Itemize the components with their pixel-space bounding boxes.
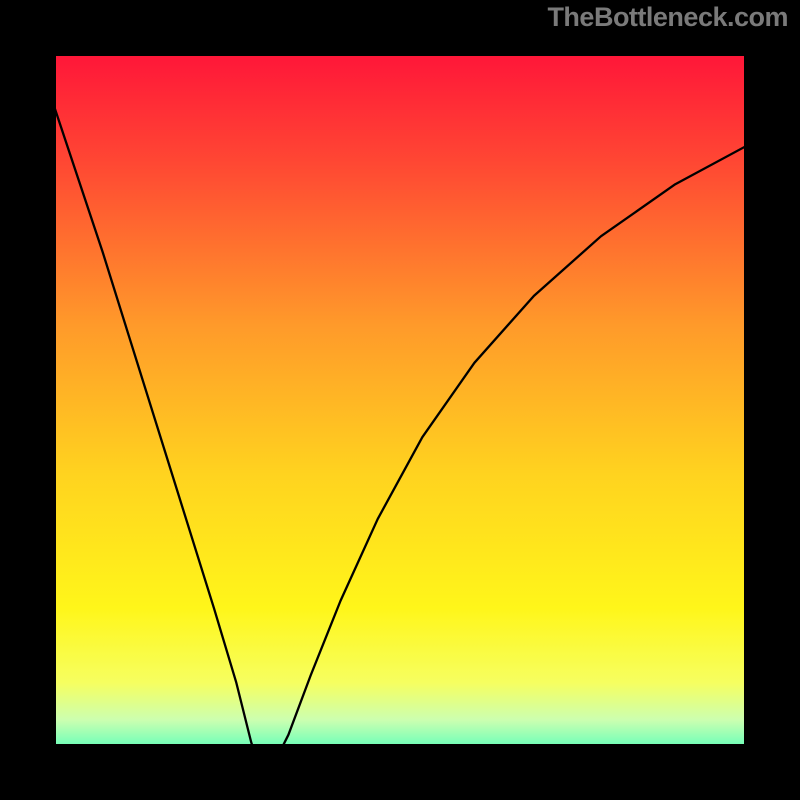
- watermark-text: TheBottleneck.com: [547, 2, 788, 33]
- bottleneck-chart: [0, 0, 800, 800]
- plot-background: [28, 28, 772, 772]
